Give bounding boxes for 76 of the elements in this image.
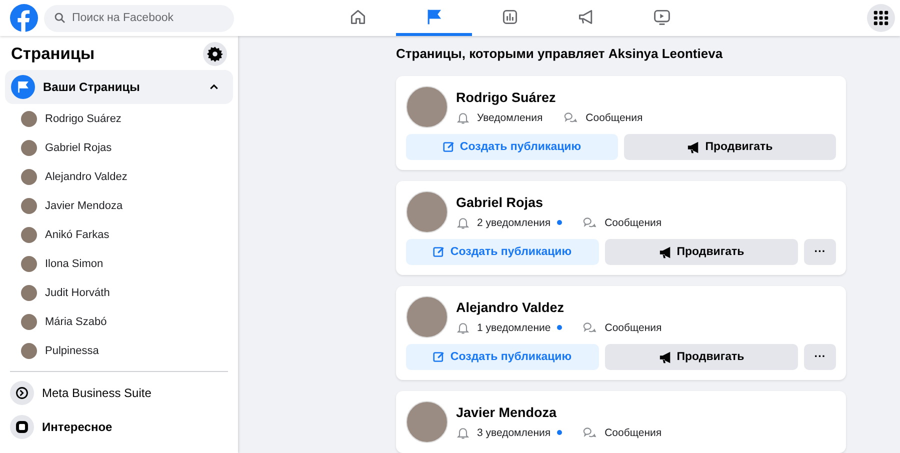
edit-icon (433, 351, 446, 363)
avatar (21, 342, 37, 358)
avatar (21, 226, 37, 242)
messages-link[interactable]: Сообщения (582, 320, 662, 334)
sidebar-title: Страницы (11, 44, 95, 64)
chart-icon (501, 8, 519, 26)
page-link[interactable]: Anikó Farkas (45, 228, 110, 240)
page-heading: Страницы, которыми управляет Aksinya Leontieva (396, 46, 724, 61)
edit-icon (442, 141, 455, 153)
avatar (406, 86, 448, 128)
avatar (21, 110, 37, 126)
avatar (406, 191, 448, 233)
notifications-link[interactable]: 1 уведомление (456, 320, 551, 334)
page-link[interactable]: Judit Horváth (45, 286, 110, 298)
megaphone-icon (658, 246, 672, 258)
settings-icon (207, 46, 223, 62)
create-post-button[interactable]: Создать публикацию (406, 239, 599, 265)
grid-icon (873, 10, 889, 26)
business-link[interactable]: Meta Business Suite (5, 376, 233, 410)
megaphone-icon (658, 350, 672, 364)
your-pages-item[interactable]: Ваши Страницы (5, 70, 233, 104)
chat-bubbles-icon (582, 216, 598, 230)
more-button[interactable]: ··· (804, 344, 836, 370)
chat-bubbles-icon (562, 110, 579, 124)
search-icon (54, 12, 66, 24)
bell-icon (456, 216, 470, 230)
search-field[interactable]: Поиск на Facebook (44, 4, 234, 32)
chat-bubbles-icon (582, 320, 598, 334)
messages-link[interactable]: Сообщения (582, 216, 662, 230)
logo-icon[interactable] (10, 4, 38, 32)
page-link[interactable]: Pulpinessa (45, 344, 99, 356)
avatar (406, 401, 448, 443)
bell-icon (456, 320, 470, 334)
megaphone-icon (577, 8, 595, 26)
notifications-link[interactable]: 2 уведомления (456, 216, 551, 230)
flag-icon (425, 8, 443, 26)
avatar (21, 284, 37, 300)
promote-button[interactable]: Продвигать (605, 239, 798, 265)
chevron-icon (209, 82, 219, 92)
discover-link[interactable]: Интересное (5, 410, 233, 444)
video-icon (653, 8, 671, 26)
page-link[interactable]: Gabriel Rojas (45, 142, 112, 154)
settings-button[interactable] (203, 42, 227, 66)
create-post-button[interactable]: Создать публикацию (406, 344, 599, 370)
page-name[interactable]: Gabriel Rojas (456, 194, 662, 210)
page-link[interactable]: Mária Szabó (45, 316, 107, 328)
square-icon (14, 419, 30, 435)
avatar (21, 140, 37, 156)
bell-icon (456, 426, 470, 440)
avatar (406, 296, 448, 338)
notifications-link[interactable]: 3 уведомления (456, 426, 551, 440)
avatar (21, 314, 37, 330)
page-name[interactable]: Alejandro Valdez (456, 300, 662, 314)
page-name[interactable]: Javier Mendoza (456, 404, 662, 420)
megaphone-icon (687, 140, 700, 154)
bell-icon (456, 110, 470, 124)
page-link[interactable]: Ilona Simon (45, 258, 104, 270)
promote-button[interactable]: Продвигать (605, 344, 798, 370)
messages-link[interactable]: Сообщения (582, 426, 662, 440)
chat-bubbles-icon (582, 426, 598, 440)
avatar (21, 198, 37, 214)
home-icon (349, 8, 367, 26)
edit-icon (433, 246, 446, 258)
create-post-button[interactable]: Создать публикацию (406, 134, 618, 160)
page-name[interactable]: Rodrigo Suárez (456, 90, 643, 104)
avatar (21, 168, 37, 184)
avatar (21, 256, 37, 272)
messages-link[interactable]: Сообщения (562, 110, 643, 124)
notifications-link[interactable]: Уведомления (456, 110, 543, 124)
page-link[interactable]: Rodrigo Suárez (45, 112, 122, 124)
more-button[interactable]: ··· (804, 239, 836, 265)
page-link[interactable]: Javier Mendoza (45, 200, 123, 212)
promote-button[interactable]: Продвигать (624, 134, 836, 160)
menu-button[interactable] (867, 4, 895, 32)
page-link[interactable]: Alejandro Valdez (45, 170, 128, 182)
flag-icon (11, 75, 35, 99)
